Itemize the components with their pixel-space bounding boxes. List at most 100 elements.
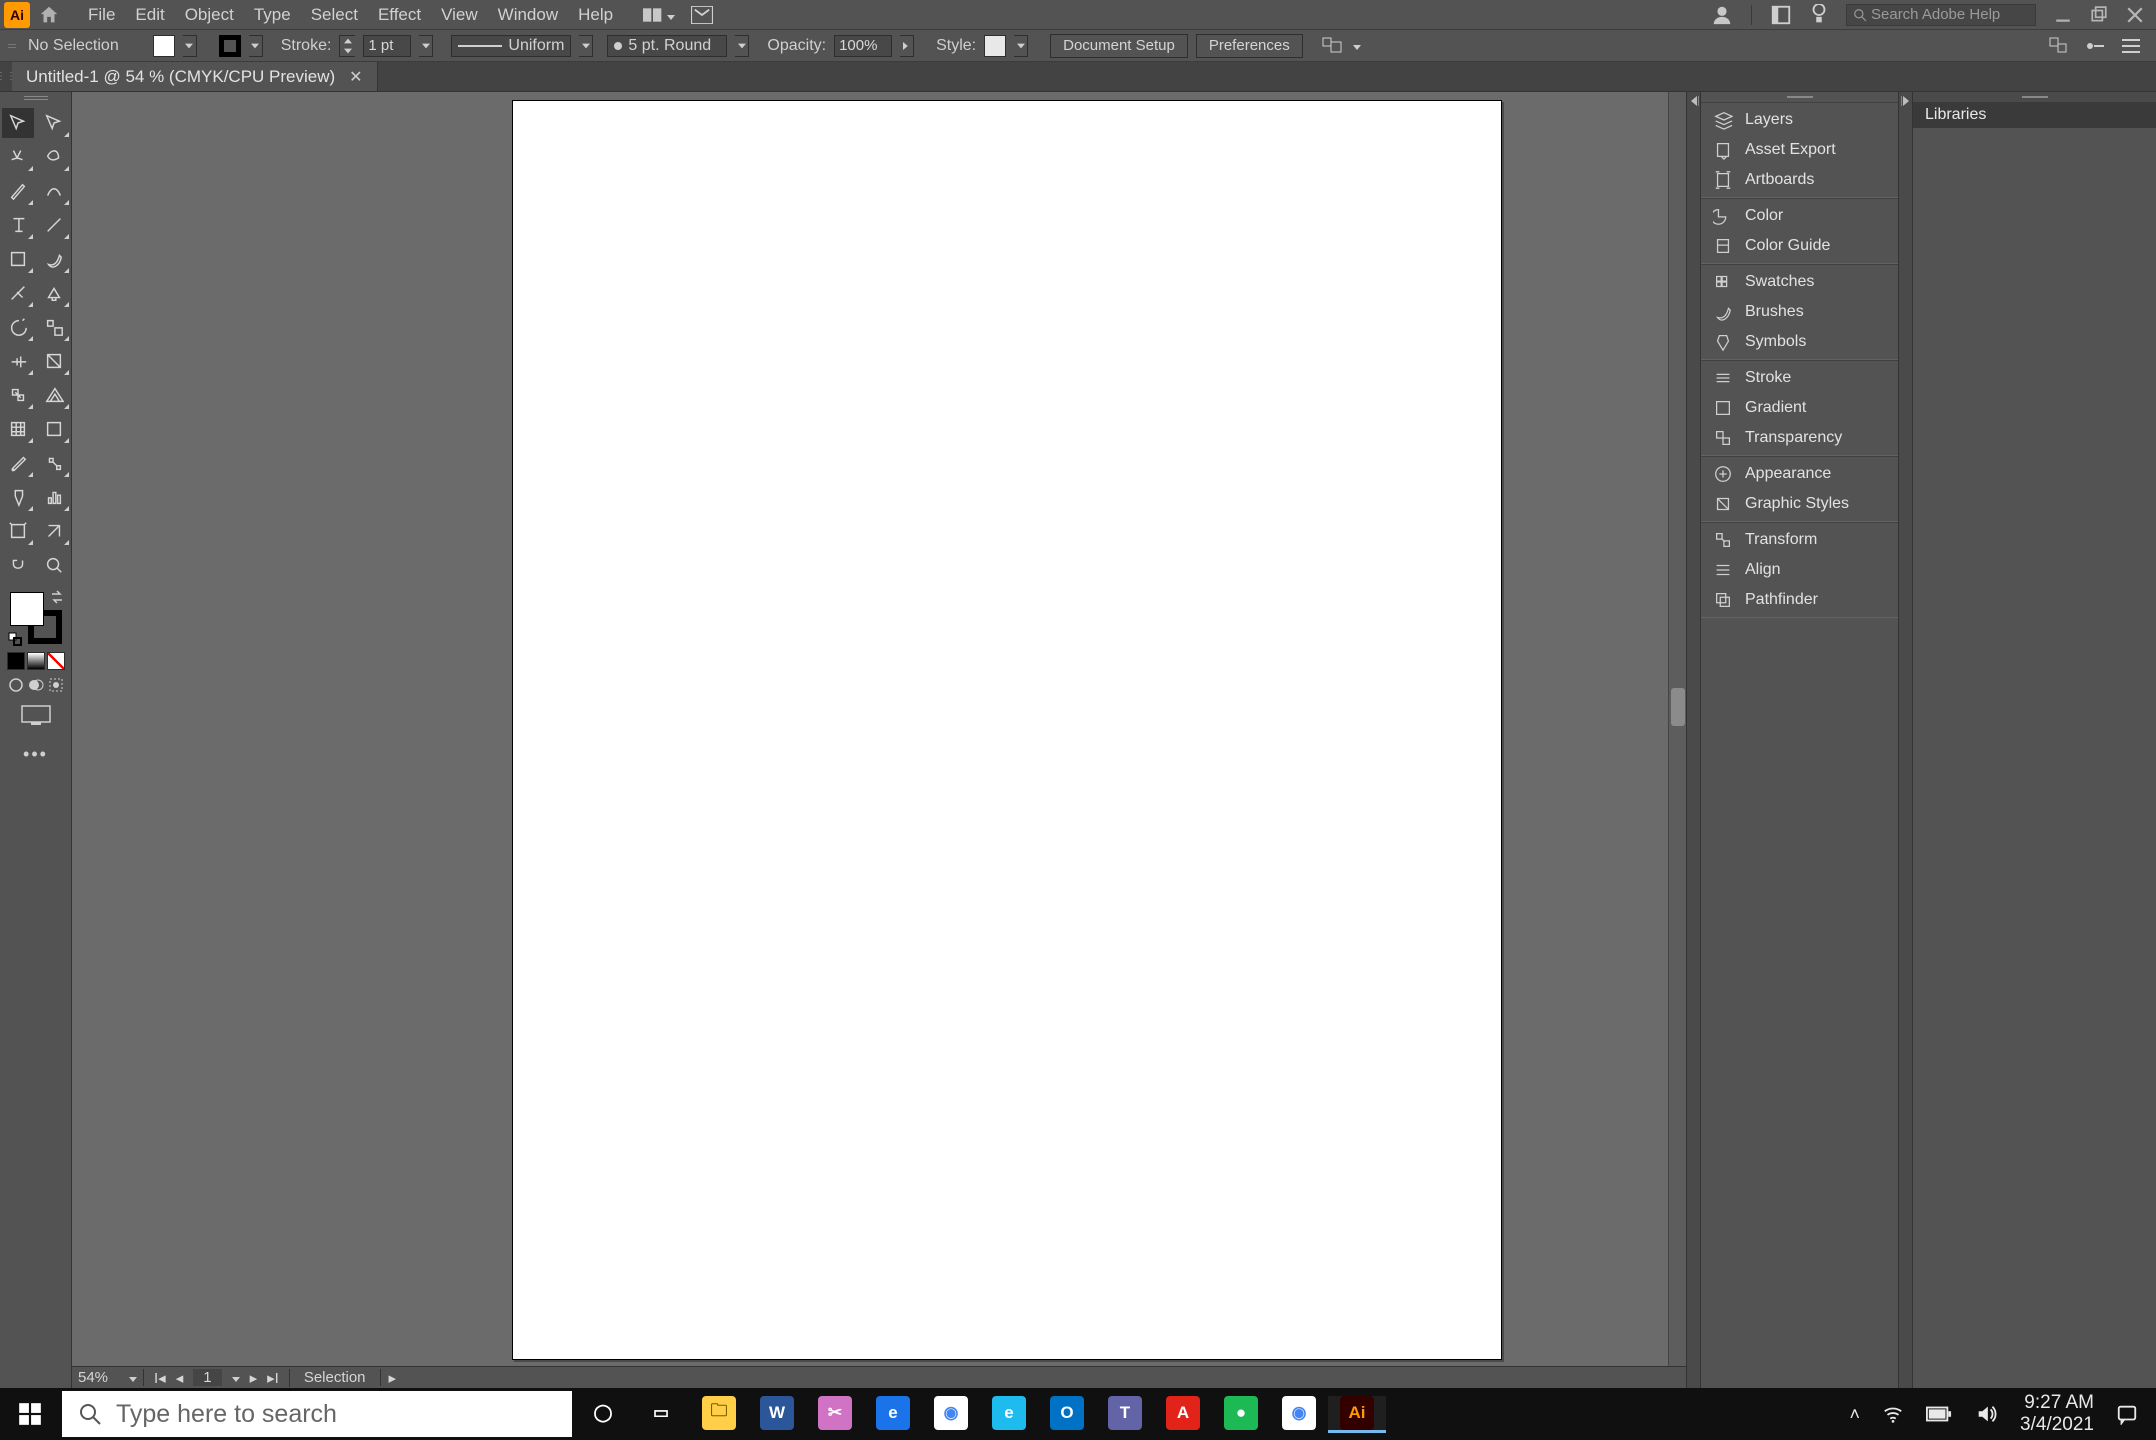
- column-graph-tool[interactable]: [38, 482, 70, 512]
- taskbar-app-illustrator[interactable]: Ai: [1328, 1396, 1386, 1433]
- vertical-scrollbar[interactable]: [1668, 92, 1686, 1388]
- taskbar-app-chrome2[interactable]: ◉: [1270, 1396, 1328, 1430]
- isolate-icon[interactable]: [2084, 36, 2106, 56]
- artboard[interactable]: [512, 100, 1502, 1360]
- panel-color-guide[interactable]: Color Guide: [1701, 231, 1898, 261]
- swap-fill-stroke-icon[interactable]: [50, 590, 64, 604]
- stroke-weight-dropdown[interactable]: [419, 35, 433, 57]
- next-artboard-icon[interactable]: ▸: [250, 1369, 258, 1387]
- align-to-icon[interactable]: [1321, 36, 1345, 56]
- taskbar-app-acrobat[interactable]: A: [1154, 1396, 1212, 1430]
- stroke-dropdown[interactable]: [249, 35, 263, 57]
- menu-object[interactable]: Object: [175, 5, 244, 25]
- draw-normal-icon[interactable]: [7, 676, 25, 694]
- panel-color[interactable]: Color: [1701, 201, 1898, 231]
- taskbar-app-word[interactable]: W: [748, 1396, 806, 1430]
- shaper-tool[interactable]: [2, 278, 34, 308]
- menu-file[interactable]: File: [78, 5, 125, 25]
- preferences-button[interactable]: Preferences: [1196, 34, 1303, 58]
- taskbar-app-file-explorer[interactable]: 🗀: [690, 1396, 748, 1430]
- close-tab-icon[interactable]: ✕: [349, 67, 362, 87]
- artboard-tool[interactable]: [2, 516, 34, 546]
- color-mode-none[interactable]: [47, 652, 65, 670]
- menu-help[interactable]: Help: [568, 5, 623, 25]
- taskbar-clock[interactable]: 9:27 AM 3/4/2021: [2020, 1392, 2094, 1436]
- free-transform-tool[interactable]: [38, 346, 70, 376]
- action-center-icon[interactable]: [2116, 1403, 2138, 1425]
- type-tool[interactable]: [2, 210, 34, 240]
- align-to-caret[interactable]: [1353, 37, 1361, 55]
- vertical-scroll-thumb[interactable]: [1671, 688, 1685, 726]
- pen-tool[interactable]: [2, 176, 34, 206]
- battery-icon[interactable]: [1926, 1405, 1952, 1423]
- tabbar-grip[interactable]: ⋮⋮: [0, 62, 12, 91]
- taskbar-app-outlook[interactable]: O: [1038, 1396, 1096, 1430]
- controlbar-grip[interactable]: [8, 44, 16, 48]
- slice-tool[interactable]: [38, 516, 70, 546]
- workspace-switcher[interactable]: [643, 5, 675, 25]
- document-tab[interactable]: Untitled-1 @ 54 % (CMYK/CPU Preview) ✕: [12, 62, 378, 91]
- menu-effect[interactable]: Effect: [368, 5, 431, 25]
- perspective-grid-tool[interactable]: [38, 380, 70, 410]
- panel-graphic-styles[interactable]: Graphic Styles: [1701, 489, 1898, 519]
- dock-collapse-gutter[interactable]: [1686, 92, 1700, 1388]
- artboard-number-input[interactable]: 1: [193, 1369, 221, 1386]
- menu-select[interactable]: Select: [301, 5, 368, 25]
- direct-selection-tool[interactable]: [38, 108, 70, 138]
- blend-tool[interactable]: [38, 448, 70, 478]
- selection-tool[interactable]: [2, 108, 34, 138]
- panel-transparency[interactable]: Transparency: [1701, 423, 1898, 453]
- taskbar-app-teams[interactable]: T: [1096, 1396, 1154, 1430]
- color-mode-gradient[interactable]: [27, 652, 45, 670]
- menu-window[interactable]: Window: [488, 5, 568, 25]
- opacity-input[interactable]: 100%: [834, 35, 892, 57]
- fill-stroke-control[interactable]: [8, 590, 64, 646]
- libraries-body[interactable]: [1913, 128, 2156, 1388]
- stroke-swatch[interactable]: [219, 35, 241, 57]
- symbol-sprayer-tool[interactable]: [2, 482, 34, 512]
- zoom-level-dropdown[interactable]: 54%: [72, 1369, 144, 1386]
- help-search-input[interactable]: Search Adobe Help: [1846, 4, 2036, 26]
- fill-color-box[interactable]: [10, 592, 44, 626]
- panel-transform[interactable]: Transform: [1701, 525, 1898, 555]
- default-fill-stroke-icon[interactable]: [8, 632, 22, 646]
- taskbar-app-spotify[interactable]: ●: [1212, 1396, 1270, 1430]
- panel-symbols[interactable]: Symbols: [1701, 327, 1898, 357]
- libraries-grip[interactable]: [1913, 92, 2156, 102]
- taskbar-app-task-view[interactable]: ▭: [632, 1396, 690, 1430]
- tray-overflow-icon[interactable]: ˄: [1850, 1404, 1861, 1425]
- panel-layers[interactable]: Layers: [1701, 105, 1898, 135]
- taskbar-app-edge-legacy[interactable]: e: [864, 1396, 922, 1430]
- fill-dropdown[interactable]: [183, 35, 197, 57]
- menu-edit[interactable]: Edit: [125, 5, 174, 25]
- menu-view[interactable]: View: [431, 5, 488, 25]
- color-mode-solid[interactable]: [7, 652, 25, 670]
- canvas-workspace[interactable]: 54% I◂ ◂ 1 ▸ ▸I Selection ▸: [72, 92, 1686, 1388]
- variable-width-profile-dropdown[interactable]: Uniform: [451, 35, 571, 57]
- fill-swatch[interactable]: [153, 35, 175, 57]
- libraries-collapse-gutter[interactable]: [1898, 92, 1912, 1388]
- panel-asset-export[interactable]: Asset Export: [1701, 135, 1898, 165]
- lasso-tool[interactable]: [38, 142, 70, 172]
- paintbrush-tool[interactable]: [38, 244, 70, 274]
- width-tool[interactable]: [2, 346, 34, 376]
- rectangle-tool[interactable]: [2, 244, 34, 274]
- window-frame-icon[interactable]: [1770, 4, 1792, 26]
- hand-tool[interactable]: [2, 550, 34, 580]
- user-account-icon[interactable]: [1711, 4, 1733, 26]
- panel-gradient[interactable]: Gradient: [1701, 393, 1898, 423]
- start-button[interactable]: [0, 1388, 60, 1440]
- mesh-tool[interactable]: [2, 414, 34, 444]
- home-icon[interactable]: [38, 4, 60, 26]
- stroke-weight-input[interactable]: 1 pt: [363, 35, 411, 57]
- brush-definition-dropdown[interactable]: 5 pt. Round: [607, 35, 727, 57]
- shape-builder-tool[interactable]: [2, 380, 34, 410]
- line-segment-tool[interactable]: [38, 210, 70, 240]
- close-button[interactable]: [2126, 6, 2144, 24]
- first-artboard-icon[interactable]: I◂: [154, 1369, 166, 1387]
- taskbar-app-cortana[interactable]: ◯: [574, 1396, 632, 1430]
- graphic-style-swatch[interactable]: [984, 35, 1006, 57]
- arrange-documents-icon[interactable]: [691, 6, 713, 24]
- artboard-list-dropdown[interactable]: [232, 1369, 240, 1386]
- controlbar-menu-icon[interactable]: [2120, 36, 2142, 56]
